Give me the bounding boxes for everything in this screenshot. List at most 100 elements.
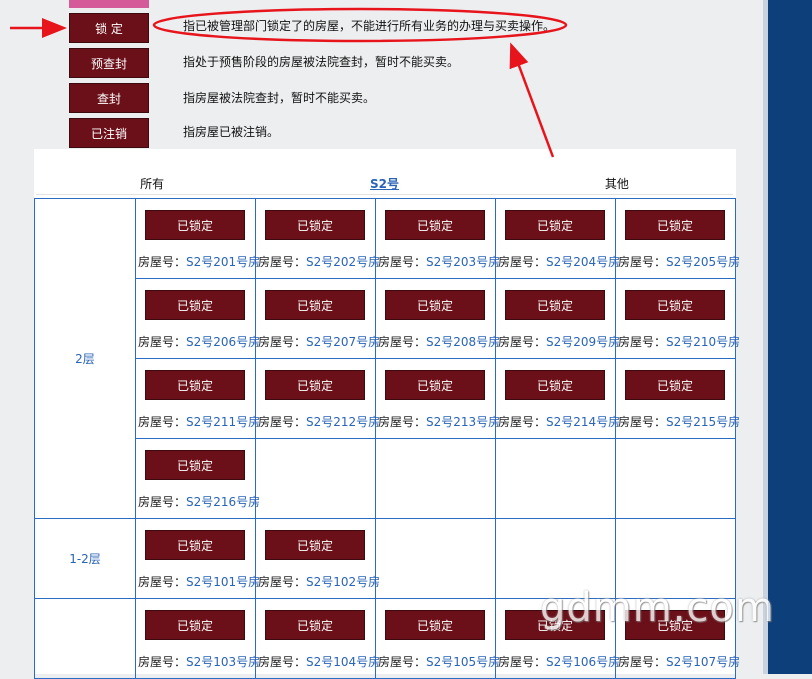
room-cell: 已锁定房屋号：S2号203号房: [375, 198, 500, 279]
tab-building[interactable]: S2号: [268, 172, 500, 194]
room-number-link[interactable]: S2号208号房: [426, 335, 500, 349]
locked-status-button[interactable]: 已锁定: [265, 210, 365, 240]
room-number-label: 房屋号：: [138, 255, 187, 269]
room-number-link[interactable]: S2号105号房: [426, 655, 500, 669]
room-number: 房屋号：S2号201号房: [138, 253, 260, 270]
room-number-link[interactable]: S2号215号房: [666, 415, 740, 429]
room-number-link[interactable]: S2号104号房: [306, 655, 380, 669]
room-number-link[interactable]: S2号216号房: [186, 495, 260, 509]
room-number-link[interactable]: S2号107号房: [666, 655, 740, 669]
locked-status-button[interactable]: 已锁定: [145, 450, 245, 480]
room-cell: 已锁定房屋号：S2号204号房: [495, 198, 620, 279]
room-number-link[interactable]: S2号102号房: [306, 575, 380, 589]
room-number-label: 房屋号：: [258, 415, 307, 429]
locked-status-button[interactable]: 已锁定: [385, 370, 485, 400]
legend-sealed-button[interactable]: 查封: [69, 83, 149, 113]
tab-other[interactable]: 其他: [501, 172, 733, 194]
room-number-label: 房屋号：: [498, 655, 547, 669]
room-number: 房屋号：S2号103号房: [138, 653, 260, 670]
room-number-label: 房屋号：: [138, 495, 187, 509]
locked-status-button[interactable]: 已锁定: [625, 290, 725, 320]
room-number-link[interactable]: S2号207号房: [306, 335, 380, 349]
room-cell: [615, 438, 736, 519]
room-number: 房屋号：S2号215号房: [618, 413, 740, 430]
room-number: 房屋号：S2号212号房: [258, 413, 380, 430]
locked-status-button[interactable]: 已锁定: [145, 290, 245, 320]
room-number-label: 房屋号：: [618, 415, 667, 429]
room-cell: 已锁定房屋号：S2号216号房: [135, 438, 260, 519]
room-number-label: 房屋号：: [258, 575, 307, 589]
room-number: 房屋号：S2号107号房: [618, 653, 740, 670]
legend-pre-sealed-button[interactable]: 预查封: [69, 48, 149, 78]
room-number: 房屋号：S2号206号房: [138, 333, 260, 350]
room-number-link[interactable]: S2号202号房: [306, 255, 380, 269]
locked-status-button[interactable]: 已锁定: [625, 370, 725, 400]
room-number-label: 房屋号：: [618, 255, 667, 269]
room-number-link[interactable]: S2号101号房: [186, 575, 260, 589]
locked-status-button[interactable]: 已锁定: [505, 210, 605, 240]
room-number-link[interactable]: S2号213号房: [426, 415, 500, 429]
room-number-link[interactable]: S2号103号房: [186, 655, 260, 669]
room-number: 房屋号：S2号104号房: [258, 653, 380, 670]
room-number-link[interactable]: S2号203号房: [426, 255, 500, 269]
room-number: 房屋号：S2号106号房: [498, 653, 620, 670]
room-number: 房屋号：S2号209号房: [498, 333, 620, 350]
room-number-link[interactable]: S2号205号房: [666, 255, 740, 269]
locked-status-button[interactable]: 已锁定: [265, 290, 365, 320]
room-number-label: 房屋号：: [498, 255, 547, 269]
room-cell: 已锁定房屋号：S2号103号房: [135, 598, 260, 679]
legend-pre-sealed-desc: 指处于预售阶段的房屋被法院查封，暂时不能买卖。: [183, 55, 460, 69]
tab-all[interactable]: 所有: [36, 172, 268, 194]
locked-status-button[interactable]: 已锁定: [265, 610, 365, 640]
room-cell: 已锁定 房屋号：S2号202号房: [255, 198, 380, 279]
room-cell: 已锁定房屋号：S2号206号房: [135, 278, 260, 359]
locked-status-button[interactable]: 已锁定: [265, 370, 365, 400]
room-number-link[interactable]: S2号106号房: [546, 655, 620, 669]
pointer-arrow-up: [509, 42, 555, 158]
room-number-label: 房屋号：: [138, 655, 187, 669]
locked-status-button[interactable]: 已锁定: [145, 610, 245, 640]
locked-status-button[interactable]: 已锁定: [265, 530, 365, 560]
room-cell: 已锁定 房屋号：S2号101号房: [135, 518, 260, 599]
locked-status-button[interactable]: 已锁定: [385, 610, 485, 640]
room-number-label: 房屋号：: [378, 415, 427, 429]
room-number: 房屋号：S2号216号房: [138, 493, 260, 510]
locked-status-button[interactable]: 已锁定: [145, 370, 245, 400]
room-number-label: 房屋号：: [378, 335, 427, 349]
table-row: 已锁定 房屋号：S2号211号房 已锁定 房屋号：S2号212号房 已锁定 房屋号：S2号…: [35, 358, 740, 439]
locked-status-button[interactable]: 已锁定: [505, 370, 605, 400]
legend-previous-swatch: [69, 0, 149, 8]
room-cell: [375, 518, 496, 599]
room-number-link[interactable]: S2号201号房: [186, 255, 260, 269]
locked-status-button[interactable]: 已锁定: [145, 530, 245, 560]
room-number: 房屋号：S2号205号房: [618, 253, 740, 270]
locked-status-button[interactable]: 已锁定: [625, 210, 725, 240]
room-cell: 已锁定 房屋号：S2号211号房: [135, 358, 260, 439]
room-cell: 已锁定房屋号：S2号104号房: [255, 598, 380, 679]
room-number-link[interactable]: S2号214号房: [546, 415, 620, 429]
legend-locked-button[interactable]: 锁 定: [69, 13, 149, 43]
locked-status-button[interactable]: 已锁定: [385, 290, 485, 320]
locked-status-button[interactable]: 已锁定: [385, 210, 485, 240]
room-number-link[interactable]: S2号212号房: [306, 415, 380, 429]
room-number-label: 房屋号：: [498, 415, 547, 429]
legend-cancelled-button[interactable]: 已注销: [69, 118, 149, 148]
legend-sealed-desc: 指房屋被法院查封，暂时不能买卖。: [183, 91, 376, 105]
room-cell: 已锁定房屋号：S2号215号房: [615, 358, 740, 439]
room-number: 房屋号：S2号204号房: [498, 253, 620, 270]
room-number-link[interactable]: S2号211号房: [186, 415, 260, 429]
locked-status-button[interactable]: 已锁定: [145, 210, 245, 240]
room-cell: 已锁定房屋号：S2号212号房: [255, 358, 380, 439]
room-number-link[interactable]: S2号210号房: [666, 335, 740, 349]
room-number-link[interactable]: S2号209号房: [546, 335, 620, 349]
locked-status-button[interactable]: 已锁定: [505, 290, 605, 320]
room-number: 房屋号：S2号208号房: [378, 333, 500, 350]
room-number-label: 房屋号：: [618, 335, 667, 349]
room-number-label: 房屋号：: [498, 335, 547, 349]
room-number-link[interactable]: S2号206号房: [186, 335, 260, 349]
room-number-link[interactable]: S2号204号房: [546, 255, 620, 269]
room-cell: 已锁定 房屋号：S2号207号房: [255, 278, 380, 359]
room-number-label: 房屋号：: [378, 255, 427, 269]
right-sidebar: [768, 0, 812, 674]
room-number-label: 房屋号：: [138, 335, 187, 349]
